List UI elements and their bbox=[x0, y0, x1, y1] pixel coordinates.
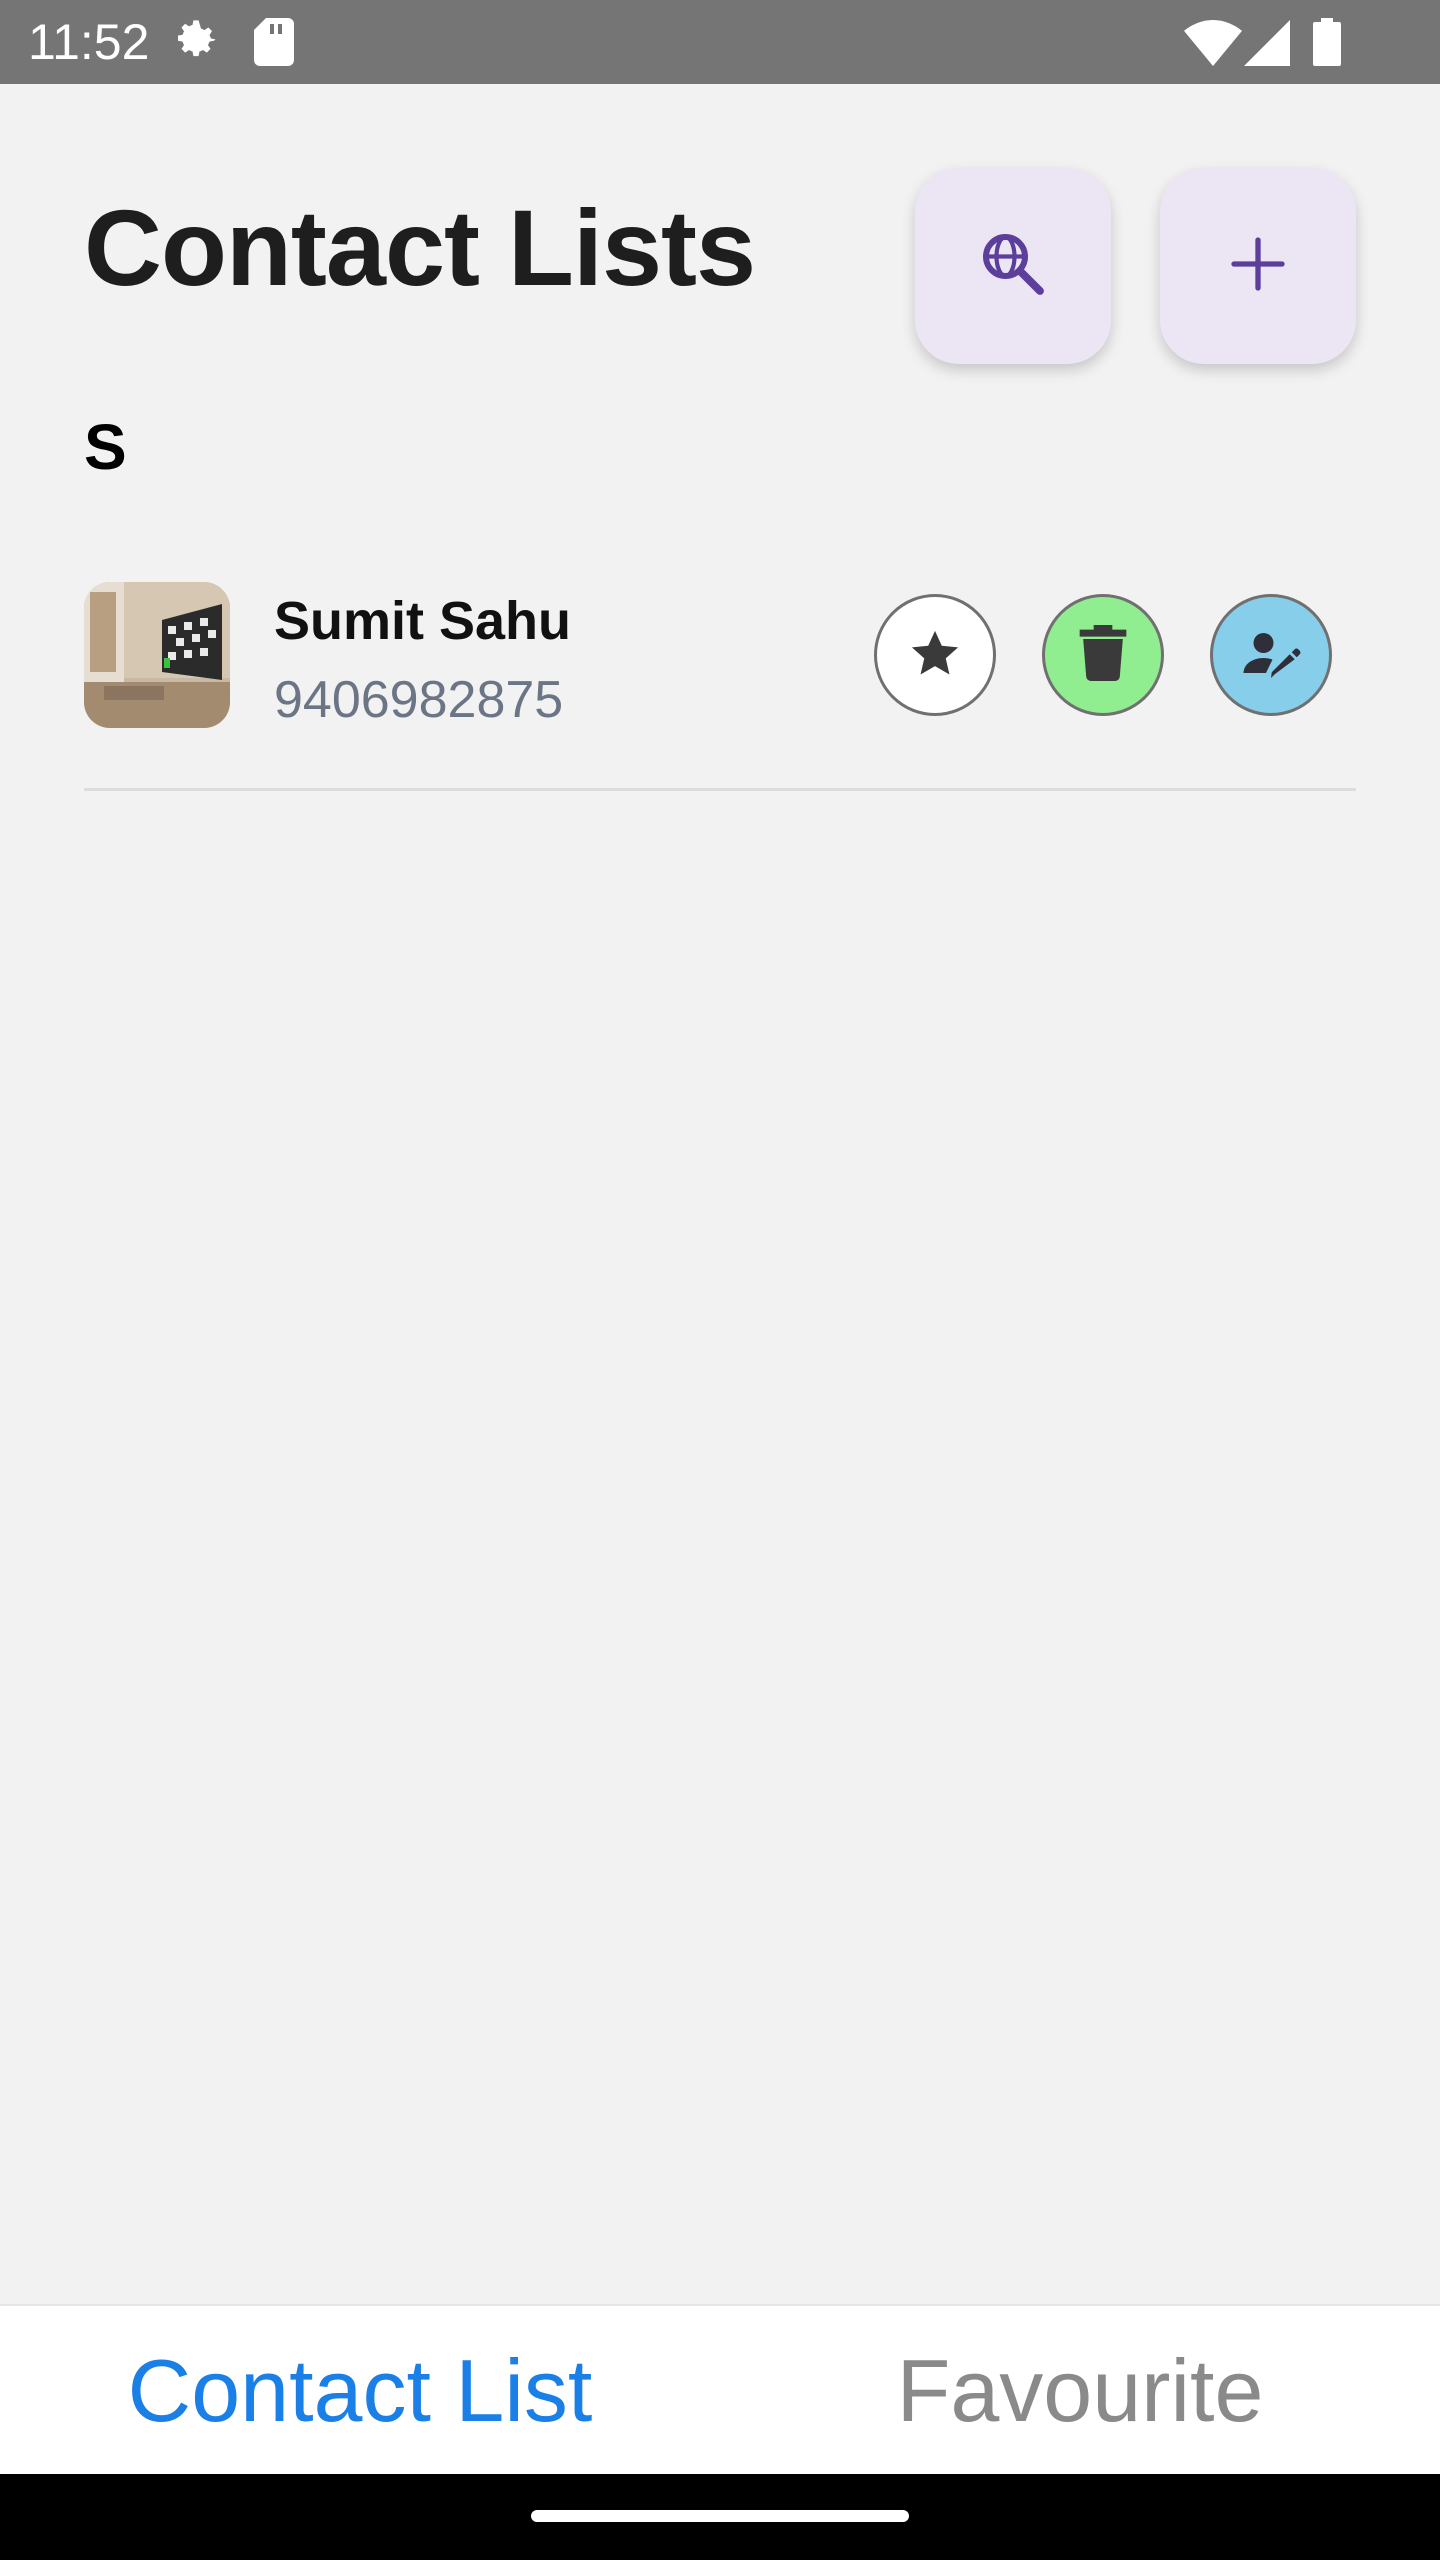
wifi-icon bbox=[1184, 20, 1242, 71]
gear-icon bbox=[170, 16, 222, 73]
home-indicator[interactable] bbox=[531, 2510, 909, 2522]
globe-search-icon bbox=[977, 228, 1049, 305]
add-contact-button[interactable] bbox=[1160, 168, 1356, 364]
navigation-bar bbox=[0, 2474, 1440, 2560]
divider bbox=[84, 788, 1356, 791]
status-bar: 11:52 bbox=[0, 0, 1440, 84]
section-header: S bbox=[84, 411, 127, 483]
favourite-button[interactable] bbox=[874, 594, 996, 716]
trash-icon bbox=[1079, 624, 1127, 686]
contact-phone: 9406982875 bbox=[274, 671, 564, 729]
sd-card-icon bbox=[254, 18, 294, 71]
delete-button[interactable] bbox=[1042, 594, 1164, 716]
plus-icon bbox=[1226, 232, 1290, 301]
contact-row[interactable]: Sumit Sahu 9406982875 bbox=[84, 582, 1356, 732]
contact-name: Sumit Sahu bbox=[274, 591, 572, 651]
signal-icon bbox=[1244, 20, 1290, 71]
battery-icon bbox=[1312, 18, 1342, 71]
status-time: 11:52 bbox=[28, 14, 150, 70]
tab-favourite[interactable]: Favourite bbox=[720, 2306, 1440, 2476]
avatar bbox=[84, 582, 230, 728]
tab-contact-list[interactable]: Contact List bbox=[0, 2306, 720, 2476]
edit-user-icon bbox=[1241, 623, 1301, 688]
edit-contact-button[interactable] bbox=[1210, 594, 1332, 716]
star-icon bbox=[907, 625, 963, 686]
page-title: Contact Lists bbox=[84, 187, 756, 308]
search-button[interactable] bbox=[915, 168, 1111, 364]
bottom-tab-bar: Contact List Favourite bbox=[0, 2304, 1440, 2476]
